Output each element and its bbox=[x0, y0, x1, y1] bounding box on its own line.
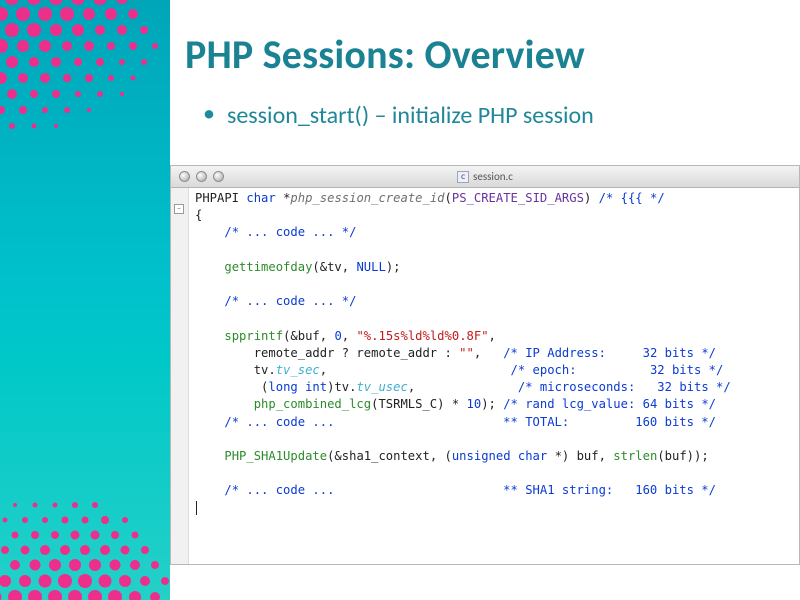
code-body[interactable]: PHPAPI char *php_session_create_id(PS_CR… bbox=[189, 188, 799, 564]
decorative-sidebar bbox=[0, 0, 170, 600]
code-area: − PHPAPI char *php_session_create_id(PS_… bbox=[171, 188, 799, 564]
code-editor-window: c session.c − PHPAPI char *php_session_c… bbox=[170, 165, 800, 565]
slide-title: PHP Sessions: Overview bbox=[185, 30, 790, 79]
minimize-icon[interactable] bbox=[196, 171, 207, 182]
zoom-icon[interactable] bbox=[213, 171, 224, 182]
halftone-pattern-top bbox=[0, 0, 170, 150]
halftone-pattern-bottom bbox=[0, 495, 170, 600]
bullet-text: session_start() – initialize PHP session bbox=[227, 101, 594, 130]
slide: PHP Sessions: Overview • session_start()… bbox=[0, 0, 800, 600]
close-icon[interactable] bbox=[179, 171, 190, 182]
file-tab: c session.c bbox=[457, 170, 513, 183]
file-type-icon: c bbox=[457, 171, 469, 183]
file-name: session.c bbox=[473, 170, 513, 183]
window-controls bbox=[179, 171, 224, 182]
window-titlebar: c session.c bbox=[171, 166, 799, 188]
bullet-dot-icon: • bbox=[203, 101, 215, 127]
code-gutter: − bbox=[171, 188, 189, 564]
text-cursor bbox=[196, 501, 197, 515]
bullet-item: • session_start() – initialize PHP sessi… bbox=[203, 101, 790, 130]
fold-marker-icon[interactable]: − bbox=[174, 204, 184, 214]
slide-content: PHP Sessions: Overview • session_start()… bbox=[185, 30, 790, 144]
